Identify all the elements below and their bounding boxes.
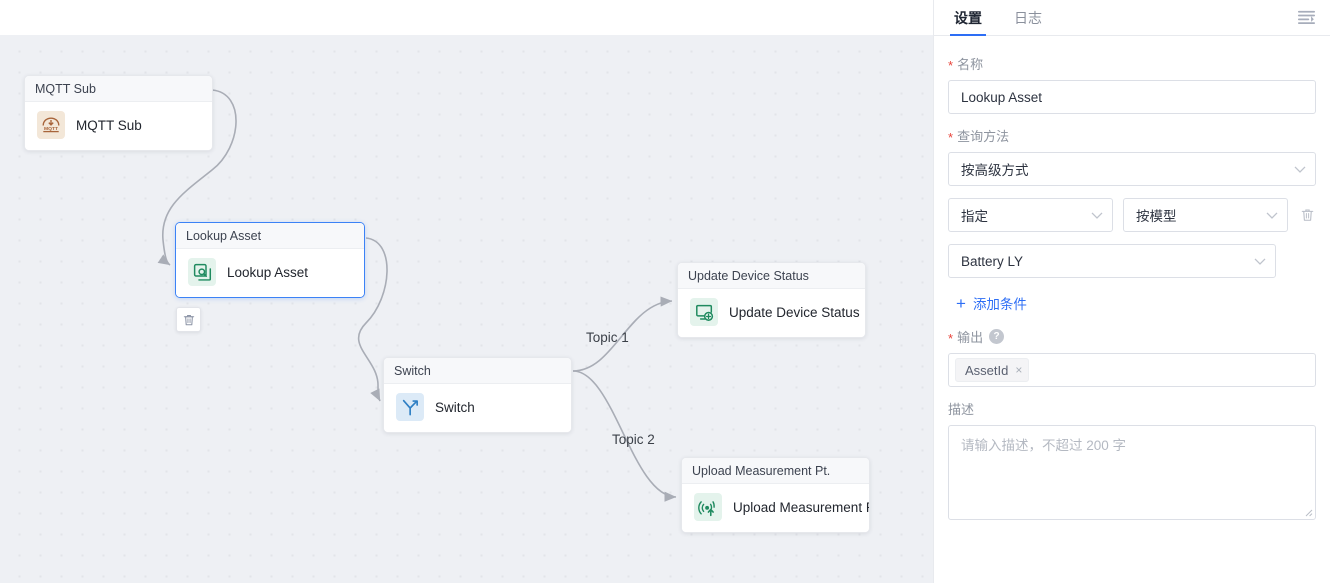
plus-icon: + (956, 295, 966, 312)
field-name-label: * 名称 (948, 54, 1316, 73)
condition-target-select[interactable]: Battery LY (948, 244, 1276, 278)
flow-canvas-container: MQTT Sub MQTT MQTT Sub Lookup Asset (0, 0, 933, 583)
condition-target-value: Battery LY (961, 254, 1023, 269)
flow-node-header: Lookup Asset (176, 223, 364, 249)
tab-logs[interactable]: 日志 (1010, 0, 1046, 35)
flow-node-mqtt-sub[interactable]: MQTT Sub MQTT MQTT Sub (24, 75, 213, 151)
flow-node-header: MQTT Sub (25, 76, 212, 102)
flow-node-label: Update Device Status (729, 305, 860, 320)
edge-label-topic-1: Topic 1 (586, 330, 629, 345)
field-output: * 输出 ? AssetId × (948, 327, 1316, 387)
condition-mode-value: 指定 (961, 205, 988, 225)
flow-node-body: Upload Measurement Pt. (682, 484, 869, 532)
remove-tag-icon[interactable]: × (1015, 364, 1022, 376)
description-textarea[interactable] (948, 425, 1316, 520)
delete-node-button[interactable] (176, 307, 201, 332)
delete-condition-button[interactable] (1298, 204, 1316, 226)
condition-by-select[interactable]: 按模型 (1123, 198, 1288, 232)
required-marker: * (948, 131, 953, 144)
add-condition-label: 添加条件 (973, 293, 1027, 313)
flow-node-body: Update Device Status (678, 289, 865, 337)
field-query-method: * 查询方法 按高级方式 (948, 126, 1316, 186)
flow-node-label: Lookup Asset (227, 265, 308, 280)
field-output-label-text: 输出 (957, 327, 983, 346)
chevron-down-icon (1266, 208, 1278, 223)
switch-icon (396, 393, 424, 421)
tab-settings-label: 设置 (954, 8, 982, 28)
update-device-status-icon (690, 298, 718, 326)
description-wrap (948, 425, 1316, 525)
workflow-editor: MQTT Sub MQTT MQTT Sub Lookup Asset (0, 0, 1330, 583)
name-input[interactable] (948, 80, 1316, 114)
condition-by-value: 按模型 (1136, 205, 1177, 225)
panel-tab-bar: 设置 日志 (934, 0, 1330, 36)
field-query-method-label: * 查询方法 (948, 126, 1316, 145)
flow-node-body: Switch (384, 384, 571, 432)
field-description-label: 描述 (948, 399, 1316, 418)
query-method-value: 按高级方式 (961, 159, 1029, 179)
field-query-method-label-text: 查询方法 (957, 126, 1009, 145)
flow-node-header: Upload Measurement Pt. (682, 458, 869, 484)
trash-icon (182, 313, 196, 327)
output-tag-label: AssetId (965, 363, 1008, 378)
flow-node-header: Update Device Status (678, 263, 865, 289)
condition-mode-select[interactable]: 指定 (948, 198, 1113, 232)
field-description-label-text: 描述 (948, 399, 974, 418)
flow-node-label: Switch (435, 400, 475, 415)
collapse-panel-button[interactable] (1297, 0, 1316, 35)
properties-panel: 设置 日志 * 名称 (933, 0, 1330, 583)
flow-node-upload-measurement-pt[interactable]: Upload Measurement Pt. Upload Measuremen… (681, 457, 870, 533)
required-marker: * (948, 332, 953, 345)
tab-logs-label: 日志 (1014, 8, 1042, 28)
condition-row: 指定 按模型 (948, 198, 1316, 232)
chevron-down-icon (1294, 162, 1306, 177)
chevron-down-icon (1091, 208, 1103, 223)
flow-node-label: MQTT Sub (76, 118, 142, 133)
output-tags-input[interactable]: AssetId × (948, 353, 1316, 387)
query-method-select[interactable]: 按高级方式 (948, 152, 1316, 186)
tab-settings[interactable]: 设置 (950, 0, 986, 35)
chevron-down-icon (1254, 254, 1266, 269)
panel-form: * 名称 * 查询方法 按高级方式 (934, 36, 1330, 583)
flow-node-update-device-status[interactable]: Update Device Status Update Device Statu… (677, 262, 866, 338)
output-tag: AssetId × (955, 358, 1029, 382)
flow-node-switch[interactable]: Switch Switch (383, 357, 572, 433)
flow-node-body: Lookup Asset (176, 249, 364, 297)
lookup-asset-icon (188, 258, 216, 286)
edge-label-topic-2: Topic 2 (612, 432, 655, 447)
field-condition-target: Battery LY (948, 244, 1276, 278)
field-name-label-text: 名称 (957, 54, 983, 73)
mqtt-sub-icon: MQTT (37, 111, 65, 139)
flow-node-body: MQTT MQTT Sub (25, 102, 212, 150)
field-name: * 名称 (948, 54, 1316, 114)
trash-icon (1300, 207, 1315, 223)
add-condition-button[interactable]: + 添加条件 (956, 293, 1027, 313)
required-marker: * (948, 59, 953, 72)
question-icon[interactable]: ? (989, 329, 1004, 344)
collapse-panel-icon (1297, 9, 1316, 26)
flow-node-header: Switch (384, 358, 571, 384)
field-output-label: * 输出 ? (948, 327, 1316, 346)
flow-node-lookup-asset[interactable]: Lookup Asset Lookup Asset (175, 222, 365, 298)
upload-measurement-icon (694, 493, 722, 521)
field-description: 描述 (948, 399, 1316, 525)
flow-node-label: Upload Measurement Pt. (733, 500, 870, 515)
